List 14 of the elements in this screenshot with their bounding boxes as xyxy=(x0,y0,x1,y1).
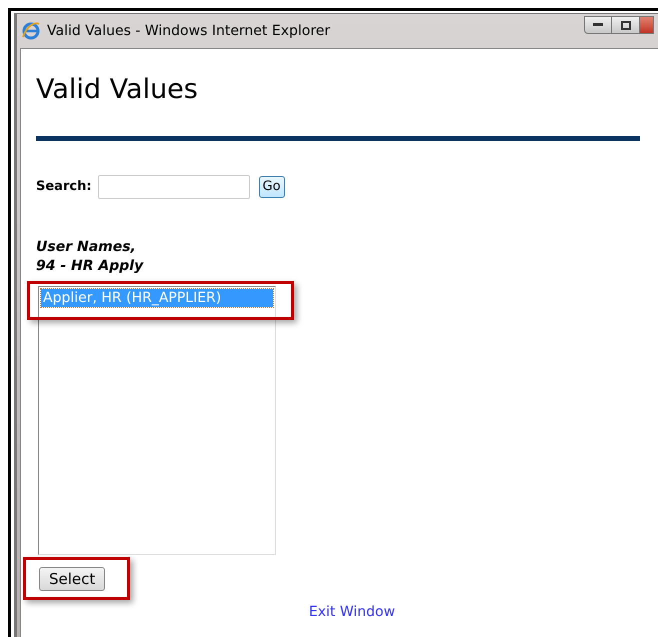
browser-logo-icon xyxy=(21,21,41,41)
minimize-button[interactable] xyxy=(584,16,612,34)
page-heading: Valid Values xyxy=(36,73,199,107)
search-label: Search: xyxy=(36,178,92,196)
minimize-icon xyxy=(593,23,603,27)
select-button[interactable]: Select xyxy=(39,567,106,591)
go-button[interactable]: Go xyxy=(258,176,285,198)
list-label: 94 - HR Apply xyxy=(36,257,144,276)
window-title: Valid Values - Windows Internet Explorer xyxy=(47,22,330,40)
exit-window-link[interactable]: Exit Window xyxy=(308,602,396,623)
maximize-button[interactable] xyxy=(612,16,640,34)
list-label: User Names, xyxy=(36,238,136,257)
maximize-icon xyxy=(620,20,630,30)
search-field[interactable] xyxy=(98,175,250,199)
